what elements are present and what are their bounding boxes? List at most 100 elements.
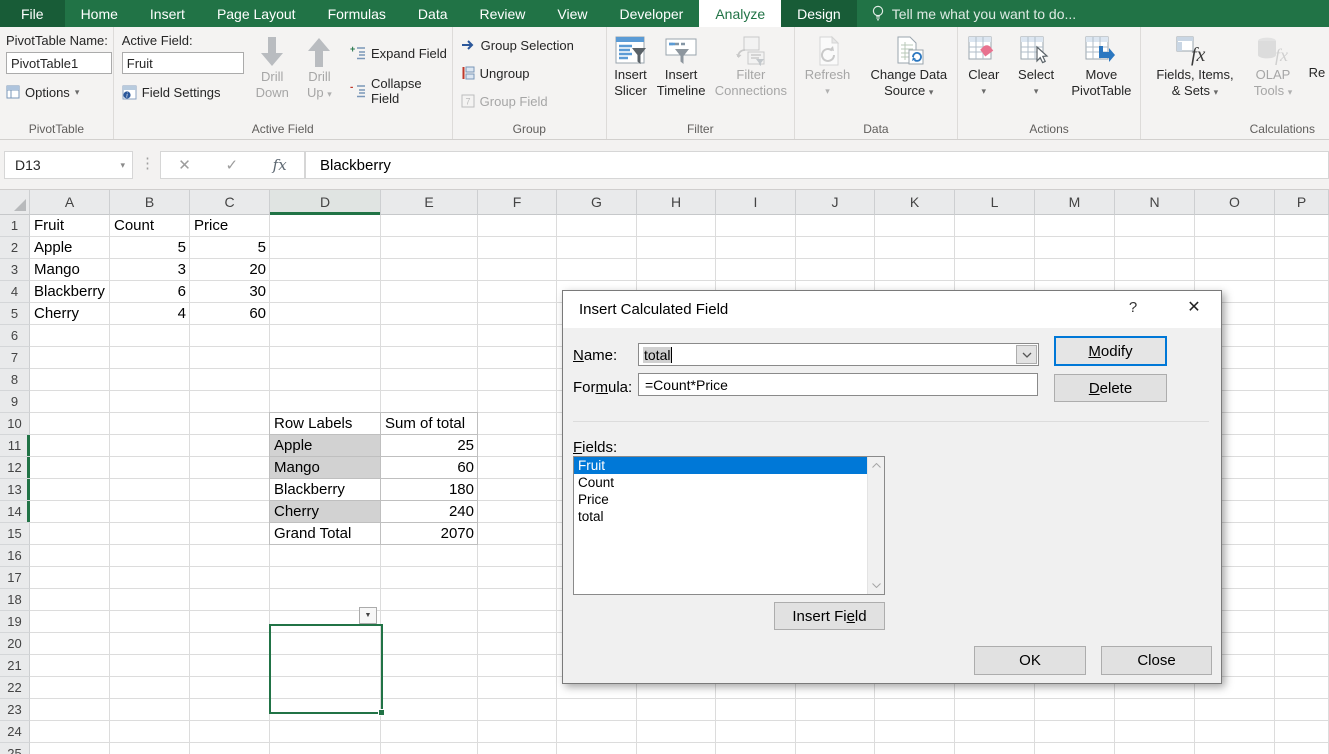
- cell-C3[interactable]: 20: [190, 259, 270, 281]
- column-header-B[interactable]: B: [110, 190, 190, 215]
- row-header-21[interactable]: 21: [0, 655, 30, 677]
- row-header-2[interactable]: 2: [0, 237, 30, 259]
- cell-C4[interactable]: 30: [190, 281, 270, 303]
- cell-C2[interactable]: 5: [190, 237, 270, 259]
- row-header-1[interactable]: 1: [0, 215, 30, 237]
- cell-B5[interactable]: 4: [110, 303, 190, 325]
- row-header-5[interactable]: 5: [0, 303, 30, 325]
- ok-button[interactable]: OK: [974, 646, 1086, 675]
- row-header-14[interactable]: 14: [0, 501, 30, 523]
- pivot-row-label[interactable]: Mango: [270, 457, 381, 479]
- row-header-24[interactable]: 24: [0, 721, 30, 743]
- column-header-D[interactable]: D: [270, 190, 381, 215]
- scroll-up-icon[interactable]: [868, 457, 885, 474]
- column-header-G[interactable]: G: [557, 190, 637, 215]
- field-settings-button[interactable]: i Field Settings: [122, 80, 250, 104]
- cell-A3[interactable]: Mango: [30, 259, 110, 281]
- delete-button[interactable]: Delete: [1054, 374, 1167, 402]
- expand-field-button[interactable]: + Expand Field: [350, 41, 452, 65]
- cell-B4[interactable]: 6: [110, 281, 190, 303]
- pivot-row-label[interactable]: Blackberry: [270, 479, 381, 501]
- row-header-17[interactable]: 17: [0, 567, 30, 589]
- row-header-19[interactable]: 19: [0, 611, 30, 633]
- cell-A4[interactable]: Blackberry: [30, 281, 110, 303]
- options-button[interactable]: Options ▾: [6, 80, 113, 104]
- tab-home[interactable]: Home: [65, 0, 134, 27]
- tab-page-layout[interactable]: Page Layout: [201, 0, 312, 27]
- column-header-C[interactable]: C: [190, 190, 270, 215]
- close-button[interactable]: Close: [1101, 646, 1212, 675]
- column-header-O[interactable]: O: [1195, 190, 1275, 215]
- dialog-close-icon[interactable]: ✕: [1179, 297, 1209, 321]
- formula-input[interactable]: Blackberry: [305, 151, 1329, 179]
- tell-me-box[interactable]: Tell me what you want to do...: [857, 0, 1090, 27]
- tab-data[interactable]: Data: [402, 0, 464, 27]
- select-all-corner[interactable]: [0, 190, 30, 215]
- column-header-K[interactable]: K: [875, 190, 955, 215]
- tab-view[interactable]: View: [541, 0, 603, 27]
- insert-field-button[interactable]: Insert Field: [774, 602, 885, 630]
- fields-scrollbar[interactable]: [867, 457, 884, 594]
- cell-A2[interactable]: Apple: [30, 237, 110, 259]
- tab-review[interactable]: Review: [464, 0, 542, 27]
- pivot-row-value[interactable]: 60: [381, 457, 478, 479]
- cell-C1[interactable]: Price: [190, 215, 270, 237]
- column-header-I[interactable]: I: [716, 190, 796, 215]
- row-header-20[interactable]: 20: [0, 633, 30, 655]
- ungroup-button[interactable]: Ungroup: [461, 61, 606, 85]
- collapse-field-button[interactable]: - Collapse Field: [350, 79, 452, 103]
- group-field-button[interactable]: 7 Group Field: [461, 89, 606, 113]
- row-header-16[interactable]: 16: [0, 545, 30, 567]
- row-header-22[interactable]: 22: [0, 677, 30, 699]
- name-box-caret-icon[interactable]: ▾: [120, 160, 132, 171]
- field-item-price[interactable]: Price: [574, 491, 884, 508]
- column-header-M[interactable]: M: [1035, 190, 1115, 215]
- pivot-values-header[interactable]: Sum of total: [381, 413, 478, 435]
- column-header-L[interactable]: L: [955, 190, 1035, 215]
- modify-button[interactable]: Modify: [1054, 336, 1167, 366]
- selection-fill-handle[interactable]: [378, 709, 385, 716]
- row-header-4[interactable]: 4: [0, 281, 30, 303]
- column-header-H[interactable]: H: [637, 190, 716, 215]
- row-header-13[interactable]: 13: [0, 479, 30, 501]
- row-header-25[interactable]: 25: [0, 743, 30, 754]
- name-combo-dropdown-button[interactable]: [1016, 345, 1037, 364]
- row-header-3[interactable]: 3: [0, 259, 30, 281]
- row-header-11[interactable]: 11: [0, 435, 30, 457]
- tab-file[interactable]: File: [0, 0, 65, 27]
- pivot-row-label[interactable]: Cherry: [270, 501, 381, 523]
- row-header-9[interactable]: 9: [0, 391, 30, 413]
- active-field-input[interactable]: Fruit: [122, 52, 244, 74]
- pivot-grand-total-value[interactable]: 2070: [381, 523, 478, 545]
- pivot-row-label[interactable]: Apple: [270, 435, 381, 457]
- cancel-icon[interactable]: ✕: [178, 156, 191, 174]
- dialog-help-icon[interactable]: ?: [1121, 299, 1145, 321]
- enter-check-icon[interactable]: ✓: [225, 156, 238, 174]
- field-item-total[interactable]: total: [574, 508, 884, 525]
- field-item-count[interactable]: Count: [574, 474, 884, 491]
- column-header-N[interactable]: N: [1115, 190, 1195, 215]
- tab-developer[interactable]: Developer: [604, 0, 700, 27]
- column-header-J[interactable]: J: [796, 190, 875, 215]
- cell-A5[interactable]: Cherry: [30, 303, 110, 325]
- name-combobox[interactable]: total: [638, 343, 1039, 366]
- pivot-row-value[interactable]: 180: [381, 479, 478, 501]
- insert-function-icon[interactable]: fx: [273, 156, 287, 174]
- fields-listbox[interactable]: FruitCountPricetotal: [573, 456, 885, 595]
- cell-C5[interactable]: 60: [190, 303, 270, 325]
- group-selection-button[interactable]: Group Selection: [461, 33, 606, 57]
- formula-field[interactable]: =Count*Price: [638, 373, 1038, 396]
- field-item-fruit[interactable]: Fruit: [574, 457, 884, 474]
- column-header-F[interactable]: F: [478, 190, 557, 215]
- row-header-12[interactable]: 12: [0, 457, 30, 479]
- column-header-P[interactable]: P: [1275, 190, 1329, 215]
- row-labels-filter-dropdown[interactable]: ▼: [359, 607, 377, 624]
- tab-analyze[interactable]: Analyze: [699, 0, 781, 27]
- row-header-15[interactable]: 15: [0, 523, 30, 545]
- cell-A1[interactable]: Fruit: [30, 215, 110, 237]
- row-header-18[interactable]: 18: [0, 589, 30, 611]
- row-header-10[interactable]: 10: [0, 413, 30, 435]
- row-header-23[interactable]: 23: [0, 699, 30, 721]
- scroll-down-icon[interactable]: [868, 577, 885, 594]
- tab-formulas[interactable]: Formulas: [312, 0, 402, 27]
